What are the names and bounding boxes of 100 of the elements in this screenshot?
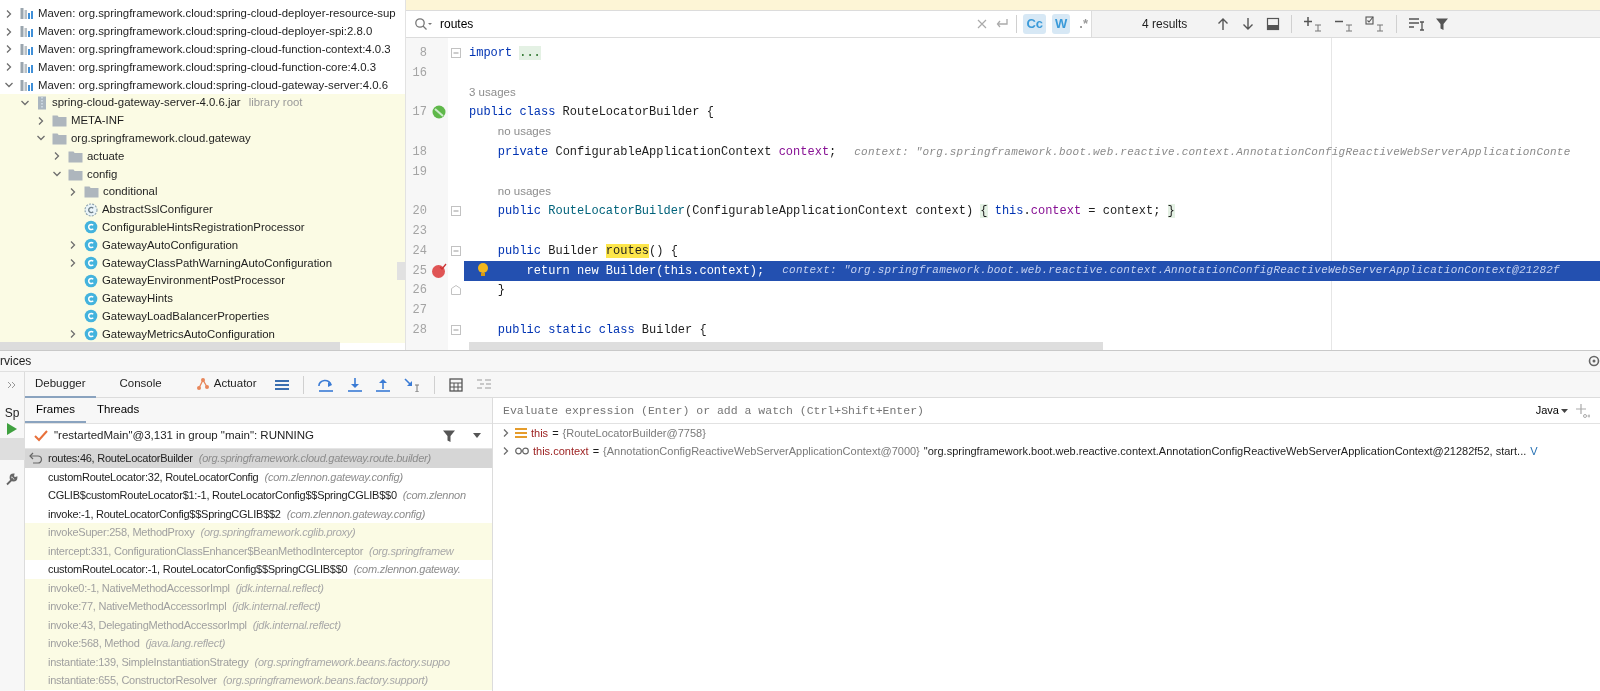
run-to-cursor-icon[interactable] xyxy=(403,377,420,392)
clear-icon[interactable] xyxy=(976,18,989,30)
tree-item[interactable]: Maven: org.springframework.cloud:spring-cloud-function-context:4.0.3 xyxy=(0,40,405,59)
chevron-right-icon[interactable] xyxy=(68,186,78,197)
settings-icon[interactable] xyxy=(1588,355,1600,367)
library-icon xyxy=(20,60,34,74)
tab[interactable]: Frames xyxy=(25,398,86,423)
chevron-right-icon[interactable] xyxy=(68,329,78,340)
stack-frame[interactable]: CGLIB$customRouteLocator$1:-1, RouteLocatorConfig$$SpringCGLIB$$0 (com.zlennon xyxy=(25,486,492,505)
line-number: 18 xyxy=(411,143,428,161)
usage-hint: no usages xyxy=(497,183,551,199)
class-icon xyxy=(84,291,98,306)
line-number: 24 xyxy=(411,242,428,260)
filter-icon[interactable] xyxy=(1435,17,1450,31)
chevron-right-icon[interactable] xyxy=(68,240,78,251)
library-icon xyxy=(20,25,34,39)
chevron-right-icon[interactable] xyxy=(501,428,511,438)
tree-item[interactable]: GatewayClassPathWarningAutoConfiguration xyxy=(0,254,405,272)
chevron-right-icon[interactable] xyxy=(4,26,14,37)
step-over-icon[interactable] xyxy=(317,377,334,392)
search-field[interactable]: routes xyxy=(438,14,971,34)
class-icon xyxy=(84,220,98,235)
tree-item[interactable]: Maven: org.springframework.cloud:spring-cloud-deployer-spi:2.8.0 xyxy=(0,22,405,41)
class-icon xyxy=(84,256,98,271)
variable-row[interactable]: this = {RouteLocatorBuilder@7758} xyxy=(493,424,1600,442)
chevron-right-icon[interactable] xyxy=(4,44,14,55)
tree-item[interactable]: config xyxy=(0,165,405,183)
abstract-class-icon xyxy=(84,202,98,217)
usage-hint: 3 usages xyxy=(469,84,516,100)
stack-frame[interactable]: customRouteLocator:32, RouteLocatorConfig (com.zlennon.gateway.config) xyxy=(25,467,492,486)
filter-lines-icon[interactable] xyxy=(1408,17,1425,31)
chevron-right-icon[interactable] xyxy=(36,115,46,126)
chevron-right-icon[interactable] xyxy=(68,258,78,269)
select-all-icon[interactable] xyxy=(1266,17,1281,31)
chevron-right-icon[interactable] xyxy=(4,62,14,73)
scrollbar-thumb[interactable] xyxy=(0,342,340,350)
add-watch-icon[interactable] xyxy=(1576,403,1590,418)
tree-item[interactable]: actuate xyxy=(0,147,405,166)
code-line: } xyxy=(497,282,505,300)
code-line: private ConfigurableApplicationContext context; xyxy=(497,143,837,161)
line-number: 8 xyxy=(418,44,428,62)
class-icon xyxy=(84,327,98,342)
chevron-right-icon[interactable] xyxy=(52,151,62,162)
library-icon xyxy=(20,43,34,56)
stack-frame[interactable]: customRouteLocator:-1, RouteLocatorConfig$$SpringCGLIB$$0 (com.zlennon.gateway. xyxy=(25,560,492,579)
wrench-icon[interactable] xyxy=(5,472,19,486)
line-number: 25 xyxy=(411,262,428,280)
table-icon[interactable] xyxy=(448,377,463,392)
scrollbar-thumb[interactable] xyxy=(397,262,405,280)
tree-item[interactable]: GatewayMetricsAutoConfiguration xyxy=(0,325,405,344)
tree-item[interactable]: Maven: org.springframework.cloud:spring-cloud-function-core:4.0.3 xyxy=(0,58,405,77)
step-into-icon[interactable] xyxy=(347,377,362,392)
dropdown-caret-icon[interactable] xyxy=(472,433,482,439)
filter-icon[interactable] xyxy=(442,429,456,443)
class-icon xyxy=(84,309,98,324)
lightbulb-icon[interactable] xyxy=(477,261,489,278)
chevron-right-icon[interactable] xyxy=(4,8,14,19)
code-line: public Builder routes() { xyxy=(497,242,678,260)
tree-item[interactable]: Maven: org.springframework.cloud:spring-cloud-gateway-server:4.0.6 xyxy=(0,76,405,94)
stack-frame[interactable]: invoke:-1, RouteLocatorConfig$$SpringCGLIB$$2 (com.zlennon.gateway.config) xyxy=(25,504,492,523)
breakpoint-icon[interactable] xyxy=(431,262,447,279)
class-icon xyxy=(84,238,98,253)
add-occurrence-icon[interactable] xyxy=(1303,16,1324,32)
code-line: import ... xyxy=(469,44,541,62)
implemented-marker-icon[interactable] xyxy=(431,104,447,121)
variable-row[interactable]: this.context = {AnnotationConfigReactiveWebServerApplicationContext@7000} "org.springframework.boot.web.reactive.context.AnnotationConfigReactiveWebServerApplicationContext@21282f52, start... V xyxy=(493,442,1600,460)
tab[interactable]: Actuator xyxy=(185,371,267,398)
scrollbar-thumb[interactable] xyxy=(469,342,1103,350)
expression-field[interactable]: Evaluate expression (Enter) or add a watch (Ctrl+Shift+Enter) xyxy=(501,400,1528,421)
code-line: return new Builder(this.context); xyxy=(526,262,765,280)
tab[interactable]: Console xyxy=(109,371,172,398)
list-icon[interactable] xyxy=(274,378,289,391)
library-icon xyxy=(20,78,34,92)
panel-title: rvices xyxy=(0,353,32,370)
line-number: 19 xyxy=(411,163,428,181)
line-number: 23 xyxy=(411,223,428,241)
watch-icon xyxy=(515,446,529,456)
line-number: 17 xyxy=(411,104,428,122)
chevron-right-icon[interactable] xyxy=(501,446,511,456)
stack-frame[interactable]: routes:46, RouteLocatorBuilder (org.springframework.cloud.gateway.route.builder) xyxy=(25,449,492,468)
inline-value-hint: context: "org.springframework.boot.web.reactive.context.AnnotationConfigReactiveWebServerApplicationConte xyxy=(854,144,1571,160)
results-count: 4 results xyxy=(1142,16,1188,33)
tree-item[interactable]: GatewayAutoConfiguration xyxy=(0,236,405,255)
search-icon[interactable] xyxy=(414,17,432,31)
usage-hint: no usages xyxy=(497,124,551,140)
language-dropdown[interactable]: Java xyxy=(1535,402,1568,419)
thread-selector[interactable]: "restartedMain"@3,131 in group "main": RUNNING xyxy=(54,427,436,445)
tree-item[interactable]: Maven: org.springframework.cloud:spring-cloud-deployer-resource-sup xyxy=(0,5,405,23)
network-icon xyxy=(195,376,210,391)
tree-item[interactable]: spring-cloud-gateway-server-4.0.6.jar library root xyxy=(0,94,405,112)
line-number: 26 xyxy=(411,282,428,300)
expand-icon[interactable] xyxy=(7,381,17,389)
arrow-down-icon[interactable] xyxy=(1241,17,1256,31)
select-occurrences-icon[interactable] xyxy=(1365,16,1386,32)
tab[interactable]: Threads xyxy=(86,398,151,423)
class-icon xyxy=(84,273,98,288)
step-out-icon[interactable] xyxy=(375,377,390,392)
code-line: public class RouteLocatorBuilder { xyxy=(469,104,714,122)
inline-value-hint: context: "org.springframework.boot.web.reactive.context.AnnotationConfigReactiveWebServerApplicationContext@21282f xyxy=(782,263,1560,279)
run-icon[interactable] xyxy=(6,422,18,436)
